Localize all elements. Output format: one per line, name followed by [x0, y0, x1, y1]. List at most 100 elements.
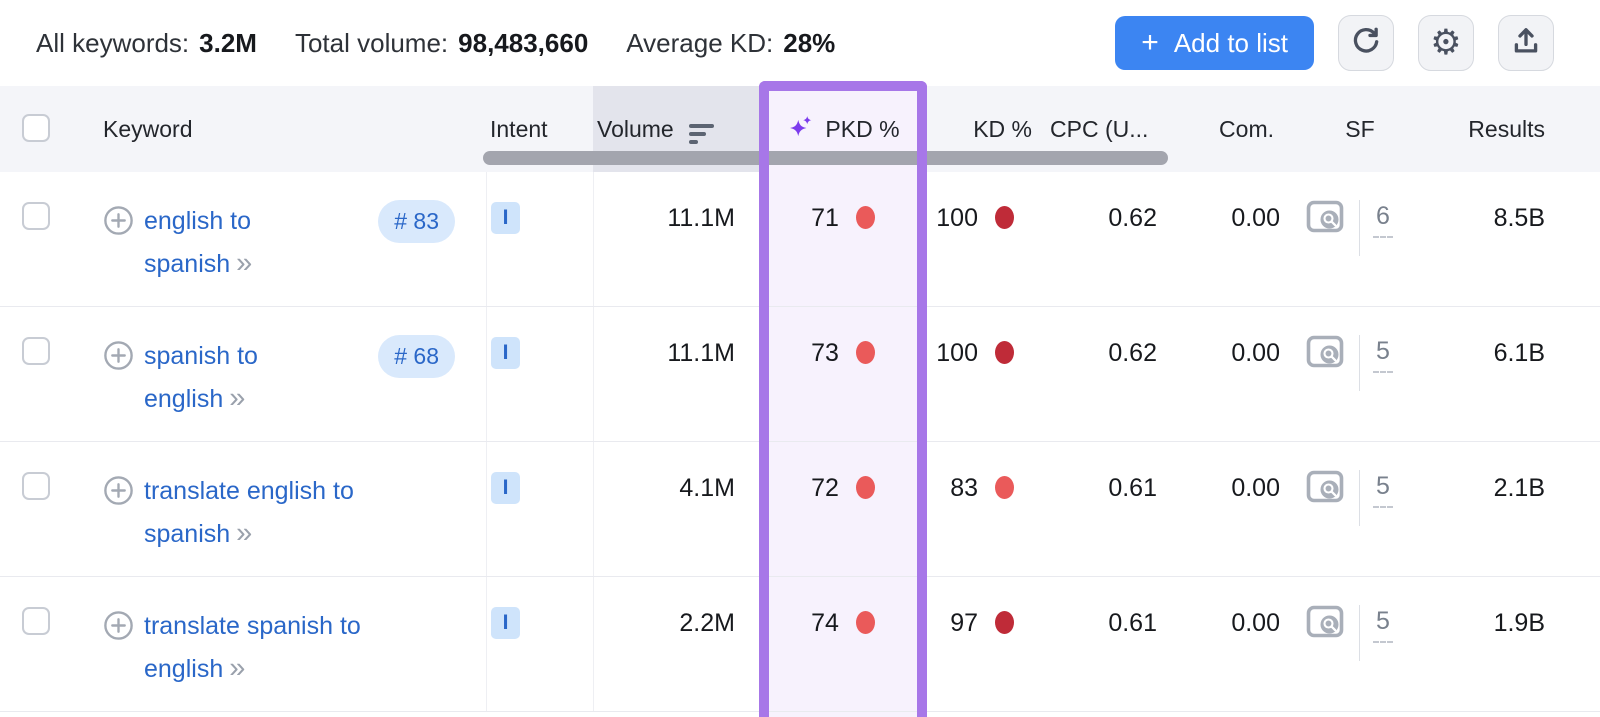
sf-cell: 5	[1300, 577, 1420, 711]
select-all-cell	[0, 86, 90, 172]
row-checkbox[interactable]	[22, 472, 50, 500]
pkd-value: 74	[811, 609, 839, 637]
sf-count[interactable]: 5	[1373, 607, 1393, 643]
intent-cell: I	[486, 442, 593, 576]
column-header-sf[interactable]: SF	[1300, 86, 1420, 172]
pkd-value: 71	[811, 204, 839, 232]
refresh-icon	[1350, 25, 1382, 62]
keyword-link[interactable]: translate english to spanish»	[144, 470, 354, 576]
sf-divider	[1359, 605, 1360, 661]
stat-total-volume: Total volume: 98,483,660	[295, 28, 588, 59]
sf-count[interactable]: 5	[1373, 337, 1393, 373]
intent-badge[interactable]: I	[491, 202, 520, 234]
plus-icon: +	[1141, 26, 1159, 59]
chevron-double-icon[interactable]: »	[236, 517, 252, 549]
kd-dot	[995, 206, 1014, 229]
column-header-com[interactable]: Com.	[1175, 86, 1300, 172]
kd-cell: 83	[927, 442, 1040, 576]
sf-count[interactable]: 5	[1373, 472, 1393, 508]
sf-divider	[1359, 335, 1360, 391]
chevron-double-icon[interactable]: »	[229, 382, 245, 414]
row-checkbox[interactable]	[22, 202, 50, 230]
stat-value: 98,483,660	[458, 27, 589, 58]
add-keyword-icon[interactable]	[103, 205, 134, 306]
chevron-double-icon[interactable]: »	[229, 652, 245, 684]
sf-count[interactable]: 6	[1373, 202, 1393, 238]
intent-badge[interactable]: I	[491, 472, 520, 504]
add-keyword-icon[interactable]	[103, 610, 134, 711]
stat-label: Total volume:	[294, 27, 449, 58]
refresh-button[interactable]	[1338, 15, 1394, 71]
volume-cell: 4.1M	[593, 442, 759, 576]
kd-value: 83	[950, 474, 978, 502]
gear-icon: ⚙	[1430, 22, 1462, 63]
keyword-cell: translate spanish to english»	[90, 577, 486, 711]
stat-label: Average KD:	[626, 27, 774, 58]
settings-button[interactable]: ⚙	[1418, 15, 1474, 71]
serp-preview-icon[interactable]	[1306, 470, 1344, 576]
sf-cell: 5	[1300, 307, 1420, 441]
column-header-keyword[interactable]: Keyword	[90, 86, 486, 172]
pkd-dot	[855, 206, 875, 229]
com-cell: 0.00	[1231, 609, 1280, 637]
intent-badge[interactable]: I	[491, 337, 520, 369]
add-to-list-label: Add to list	[1173, 27, 1288, 58]
keyword-link[interactable]: translate spanish to english»	[144, 605, 361, 711]
table-body: english to spanish» # 83 I 11.1M 71 100 …	[0, 172, 1600, 712]
serp-preview-icon[interactable]	[1306, 605, 1344, 711]
com-cell: 0.00	[1231, 204, 1280, 232]
keyword-cell: english to spanish» # 83	[90, 172, 486, 306]
table-row: english to spanish» # 83 I 11.1M 71 100 …	[0, 172, 1600, 307]
pkd-cell: 74	[759, 577, 927, 711]
stat-average-kd: Average KD: 28%	[626, 28, 835, 59]
cpc-cell: 0.61	[1108, 474, 1157, 502]
row-checkbox-cell	[0, 172, 90, 306]
export-icon	[1510, 25, 1542, 62]
add-keyword-icon[interactable]	[103, 340, 134, 441]
kd-value: 100	[936, 204, 978, 232]
table-row: spanish to english» # 68 I 11.1M 73 100 …	[0, 307, 1600, 442]
kd-dot	[995, 341, 1014, 364]
stat-value: 28%	[783, 27, 836, 58]
add-to-list-button[interactable]: + Add to list	[1115, 16, 1314, 70]
column-header-results[interactable]: Results	[1420, 86, 1600, 172]
pkd-cell: 71	[759, 172, 927, 306]
intent-cell: I	[486, 307, 593, 441]
add-keyword-icon[interactable]	[103, 475, 134, 576]
intent-cell: I	[486, 577, 593, 711]
kd-cell: 100	[927, 307, 1040, 441]
cpc-cell: 0.62	[1108, 339, 1157, 367]
pkd-dot	[855, 341, 875, 364]
serp-preview-icon[interactable]	[1306, 335, 1344, 441]
keywords-table: Keyword Intent Volume PKD % KD % CPC (U.…	[0, 81, 1600, 717]
com-cell: 0.00	[1231, 474, 1280, 502]
cpc-cell: 0.61	[1108, 609, 1157, 637]
select-all-checkbox[interactable]	[22, 114, 50, 142]
volume-cell: 11.1M	[593, 172, 759, 306]
sf-divider	[1359, 470, 1360, 526]
keyword-cell: translate english to spanish»	[90, 442, 486, 576]
rank-badge: # 83	[378, 200, 455, 243]
sf-cell: 6	[1300, 172, 1420, 306]
chevron-double-icon[interactable]: »	[236, 247, 252, 279]
sf-divider	[1359, 200, 1360, 256]
export-button[interactable]	[1498, 15, 1554, 71]
sf-cell: 5	[1300, 442, 1420, 576]
rank-badge: # 68	[378, 335, 455, 378]
row-checkbox[interactable]	[22, 337, 50, 365]
intent-badge[interactable]: I	[491, 607, 520, 639]
row-checkbox[interactable]	[22, 607, 50, 635]
keyword-link[interactable]: spanish to english»	[144, 335, 258, 441]
serp-preview-icon[interactable]	[1306, 200, 1344, 306]
stat-value: 3.2M	[199, 27, 257, 58]
row-checkbox-cell	[0, 307, 90, 441]
kd-value: 97	[950, 609, 978, 637]
toolbar: All keywords: 3.2M Total volume: 98,483,…	[0, 0, 1600, 86]
intent-cell: I	[486, 172, 593, 306]
keyword-link[interactable]: english to spanish»	[144, 200, 252, 306]
com-cell: 0.00	[1231, 339, 1280, 367]
pkd-dot	[855, 476, 875, 499]
horizontal-scrollbar[interactable]	[483, 151, 1168, 165]
stat-label: All keywords:	[36, 27, 190, 58]
results-cell: 6.1B	[1493, 339, 1545, 367]
